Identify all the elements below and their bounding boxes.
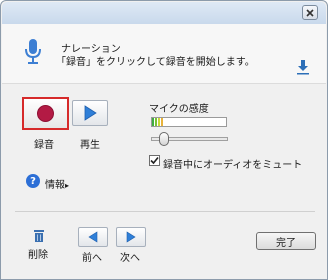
next-button[interactable] xyxy=(116,227,146,247)
previous-button[interactable] xyxy=(78,227,108,247)
help-icon[interactable]: ? xyxy=(26,174,40,188)
previous-icon xyxy=(88,231,98,243)
dialog-description: 「録音」をクリックして録音を開始します。 xyxy=(56,57,255,68)
info-link[interactable]: 情報▸ xyxy=(45,176,69,191)
done-button[interactable]: 完了 xyxy=(256,232,316,250)
expand-arrow-icon: ▸ xyxy=(65,181,70,190)
mic-sensitivity-label: マイクの感度 xyxy=(149,104,209,115)
delete-label[interactable]: 削除 xyxy=(28,246,48,261)
play-label: 再生 xyxy=(80,140,100,151)
mute-checkbox[interactable] xyxy=(149,155,160,166)
mute-label[interactable]: 録音中にオーディオをミュート xyxy=(163,156,302,171)
header-panel: ナレーション 「録音」をクリックして録音を開始します。 xyxy=(2,24,326,84)
checkmark-icon xyxy=(150,156,159,165)
close-icon xyxy=(306,8,314,17)
close-button[interactable] xyxy=(302,5,318,20)
title-bar xyxy=(2,2,326,24)
audio-level-meter xyxy=(151,117,227,127)
play-button[interactable] xyxy=(72,100,108,126)
record-label: 録音 xyxy=(34,140,54,151)
narration-dialog: ナレーション 「録音」をクリックして録音を開始します。 録音 再生 マイクの感度… xyxy=(0,0,328,280)
slider-thumb[interactable] xyxy=(159,132,169,146)
record-button[interactable] xyxy=(22,97,69,130)
play-icon xyxy=(84,105,97,121)
footer-divider xyxy=(15,211,315,212)
microphone-icon xyxy=(25,39,41,64)
trash-icon[interactable] xyxy=(33,229,45,243)
record-icon xyxy=(37,105,54,122)
info-label: 情報 xyxy=(45,180,65,191)
previous-label: 前へ xyxy=(82,253,102,264)
download-icon[interactable] xyxy=(296,59,310,75)
next-label: 次へ xyxy=(120,253,140,264)
next-icon xyxy=(126,231,136,243)
